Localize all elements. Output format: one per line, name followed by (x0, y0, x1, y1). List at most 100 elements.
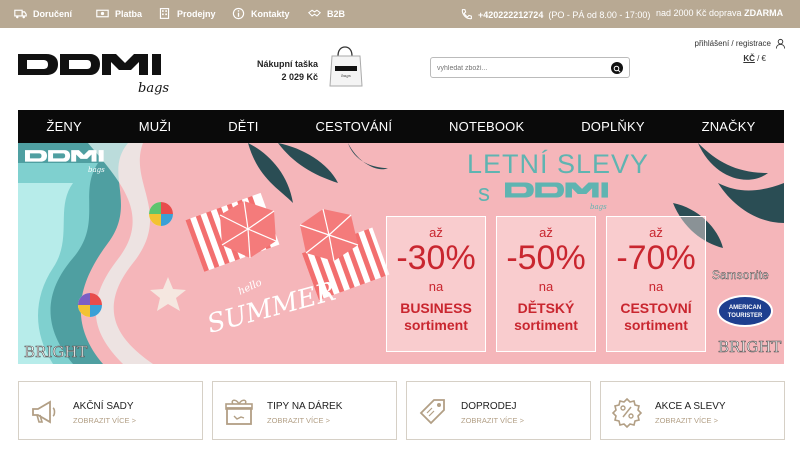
promo-sortiment: sortiment (404, 317, 468, 333)
card-akce-a-slevy[interactable]: AKCE A SLEVY ZOBRAZIT VÍCE > (600, 381, 785, 440)
topbar-link-b2b[interactable]: B2B (308, 7, 345, 20)
promo-percent: -30% (396, 239, 476, 277)
promo-sortiment: sortiment (624, 317, 688, 333)
card-link[interactable]: ZOBRAZIT VÍCE > (73, 416, 136, 425)
search-button[interactable] (611, 62, 623, 74)
summer-text: SUMMER (204, 277, 339, 340)
card-akcni-sady[interactable]: AKČNÍ SADY ZOBRAZIT VÍCE > (18, 381, 203, 440)
promo-cestovni[interactable]: až -70% na CESTOVNÍ sortiment (606, 216, 706, 352)
bright-logo-left: BRIGHT (24, 343, 87, 361)
promo-na: na (538, 279, 554, 294)
card-tipy-na-darek[interactable]: TIPY NA DÁREK ZOBRAZIT VÍCE > (212, 381, 397, 440)
category-cards: AKČNÍ SADY ZOBRAZIT VÍCE > TIPY NA DÁREK… (18, 381, 785, 441)
search-icon (613, 65, 621, 73)
promo-category: DĚTSKÝ (517, 300, 575, 316)
currency-eur[interactable]: € (762, 54, 766, 63)
search-box (430, 57, 630, 78)
card-doprodej[interactable]: DOPRODEJ ZOBRAZIT VÍCE > (406, 381, 591, 440)
free-shipping-note: nad 2000 Kč doprava ZDARMA (656, 8, 783, 18)
samsonite-logo: Samsonite (712, 268, 769, 282)
nav-item-zeny[interactable]: ŽENY (46, 119, 81, 134)
info-icon (232, 7, 245, 20)
site-header: bags Nákupní taška 2 029 Kč bags přihláš… (0, 28, 800, 110)
topbar-link-prodejny[interactable]: Prodejny (158, 7, 216, 20)
main-nav: ŽENY MUŽI DĚTI CESTOVÁNÍ NOTEBOOK DOPLŇK… (18, 110, 784, 143)
phone-number[interactable]: +420222212724 (478, 10, 543, 20)
phone-icon (461, 9, 472, 20)
search-input[interactable] (437, 61, 607, 75)
free-shipping-word: ZDARMA (744, 8, 784, 18)
promo-percent: -50% (506, 239, 586, 277)
card-link[interactable]: ZOBRAZIT VÍCE > (461, 416, 524, 425)
cart-summary[interactable]: Nákupní taška 2 029 Kč (250, 58, 318, 84)
hello-text: hello (237, 277, 264, 297)
topbar-label: B2B (327, 8, 346, 19)
card-title: AKČNÍ SADY (73, 401, 134, 412)
topbar-label: Platba (115, 8, 143, 19)
nav-item-cestovani[interactable]: CESTOVÁNÍ (315, 119, 392, 134)
headline-logo-sub: bags (590, 203, 607, 211)
topbar-label: Kontakty (251, 8, 290, 19)
building-icon (159, 8, 170, 19)
card-link[interactable]: ZOBRAZIT VÍCE > (267, 416, 330, 425)
nav-item-znacky[interactable]: ZNAČKY (702, 119, 756, 134)
card-title: TIPY NA DÁREK (267, 401, 343, 412)
megaphone-icon (32, 400, 56, 424)
percent-icon (611, 397, 643, 428)
logo-sub: bags (138, 81, 169, 96)
cart-label: Nákupní taška (256, 59, 318, 69)
promo-na: na (648, 279, 664, 294)
cart-total: 2 029 Kč (281, 72, 318, 82)
card-link[interactable]: ZOBRAZIT VÍCE > (655, 416, 718, 425)
promo-az: až (429, 225, 443, 240)
currency-czk[interactable]: KČ (743, 54, 755, 63)
topbar-link-doruceni[interactable]: Doručení (14, 7, 72, 20)
tag-icon (419, 399, 445, 425)
banner-headline-s: s (478, 180, 490, 207)
topbar-link-kontakty[interactable]: Kontakty (232, 7, 290, 20)
login-text: přihlášení / registrace (694, 39, 771, 48)
promo-sortiment: sortiment (514, 317, 578, 333)
summer-sale-banner[interactable]: bags hello SUMMER BRIGHT bags Samsonite … (18, 143, 784, 364)
promo-business[interactable]: až -30% na BUSINESS sortiment (386, 216, 486, 352)
nav-item-doplnky[interactable]: DOPLŇKY (581, 119, 645, 134)
svg-text:bags: bags (341, 73, 351, 78)
shopping-bag-icon[interactable]: bags (324, 46, 368, 88)
promo-percent: -70% (616, 239, 696, 277)
promo-category: BUSINESS (400, 300, 472, 316)
user-icon (775, 38, 786, 49)
truck-icon (14, 9, 27, 19)
beach-ball-icon (149, 202, 173, 226)
promo-detsky[interactable]: až -50% na DĚTSKÝ sortiment (496, 216, 596, 352)
tourister-text: TOURISTER (728, 313, 763, 319)
banner-logo-sub: bags (88, 166, 105, 174)
starfish-icon (150, 277, 186, 311)
banner-headline: LETNÍ SLEVY (466, 149, 650, 179)
american-text: AMERICAN (729, 305, 761, 311)
currency-switcher: KČ / € (743, 54, 766, 63)
topbar-label: Doručení (33, 8, 73, 19)
handshake-icon (308, 9, 321, 17)
promo-na: na (428, 279, 444, 294)
bright-logo-right: BRIGHT (718, 338, 781, 356)
contact-info: +420222212724 (PO - PÁ od 8.00 - 17:00) (460, 8, 650, 21)
opening-hours: (PO - PÁ od 8.00 - 17:00) (548, 9, 651, 20)
cash-icon (96, 9, 109, 18)
promo-category: CESTOVNÍ (620, 300, 692, 316)
american-tourister-logo (717, 295, 773, 327)
login-link[interactable]: přihlášení / registrace (695, 38, 786, 49)
promo-az: až (649, 225, 663, 240)
nav-item-notebook[interactable]: NOTEBOOK (449, 119, 524, 134)
beach-ball-icon (78, 293, 102, 317)
card-title: DOPRODEJ (461, 401, 517, 412)
nav-item-muzi[interactable]: MUŽI (139, 119, 172, 134)
card-title: AKCE A SLEVY (655, 401, 726, 412)
topbar-label: Prodejny (177, 8, 216, 19)
promo-az: až (539, 225, 553, 240)
nav-item-deti[interactable]: DĚTI (228, 119, 258, 134)
topbar-link-platba[interactable]: Platba (96, 7, 142, 20)
domi-logo[interactable]: bags (18, 52, 174, 100)
gift-icon (225, 399, 253, 425)
free-shipping-prefix: nad 2000 Kč doprava (656, 8, 742, 18)
top-bar: Doručení Platba Prodejny Kontakty B2B +4… (0, 0, 800, 28)
